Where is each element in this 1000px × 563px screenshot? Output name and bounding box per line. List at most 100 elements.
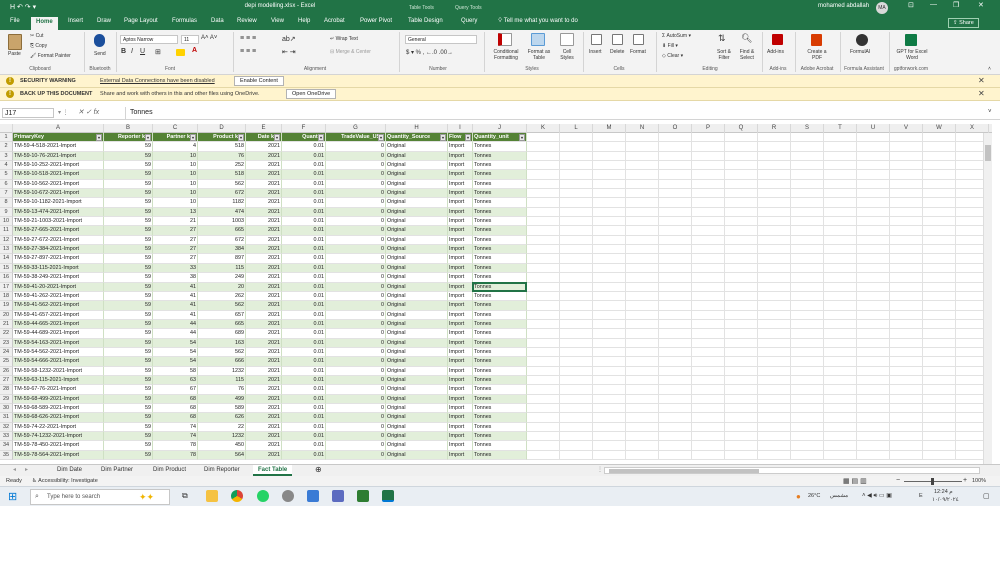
empty-cell[interactable]	[626, 179, 659, 190]
table-cell[interactable]: Tonnes	[473, 422, 527, 432]
empty-cell[interactable]	[626, 198, 659, 208]
table-cell[interactable]: 41	[153, 310, 198, 320]
table-cell[interactable]: 10	[153, 198, 198, 208]
empty-cell[interactable]	[758, 226, 791, 236]
empty-cell[interactable]	[560, 385, 593, 395]
table-cell[interactable]: Import	[448, 422, 473, 432]
zoom-in-icon[interactable]: +	[963, 477, 967, 484]
table-cell[interactable]: Import	[448, 198, 473, 208]
empty-cell[interactable]	[857, 385, 890, 395]
empty-cell[interactable]	[791, 338, 824, 348]
empty-cell[interactable]	[626, 403, 659, 414]
table-cell[interactable]: 44	[153, 319, 198, 330]
row-header[interactable]: 19	[0, 301, 13, 311]
sort-filter-button[interactable]: Sort & Filter	[713, 49, 735, 61]
empty-cell[interactable]	[857, 338, 890, 348]
table-cell[interactable]: 59	[104, 189, 153, 199]
empty-cell[interactable]	[560, 161, 593, 171]
empty-cell[interactable]	[857, 301, 890, 311]
empty-cell[interactable]	[923, 291, 956, 302]
table-cell[interactable]: Import	[448, 301, 473, 311]
table-cell[interactable]: 2021	[246, 273, 282, 283]
table-cell[interactable]: 2021	[246, 301, 282, 311]
table-header-cell[interactable]: Date key ▾	[246, 133, 282, 143]
table-cell[interactable]: TM-59-10-562-2021-Import	[13, 179, 104, 190]
table-cell[interactable]: Tonnes	[473, 179, 527, 190]
table-cell[interactable]: 1182	[198, 198, 246, 208]
empty-cell[interactable]	[824, 338, 857, 348]
empty-cell[interactable]	[725, 441, 758, 451]
empty-cell[interactable]	[857, 347, 890, 358]
merge-center-button[interactable]: ⊟ Merge & Center	[330, 49, 371, 55]
empty-cell[interactable]	[890, 170, 923, 180]
empty-cell[interactable]	[758, 142, 791, 152]
empty-cell[interactable]	[791, 413, 824, 423]
empty-cell[interactable]	[626, 170, 659, 180]
table-cell[interactable]: Original	[386, 207, 448, 218]
empty-cell[interactable]	[560, 432, 593, 442]
column-header-a[interactable]: A	[13, 124, 104, 133]
empty-cell[interactable]	[923, 189, 956, 199]
table-cell[interactable]: Original	[386, 161, 448, 171]
table-cell[interactable]: Original	[386, 375, 448, 386]
table-cell[interactable]: 0.01	[282, 198, 326, 208]
table-cell[interactable]: 518	[198, 142, 246, 152]
empty-cell[interactable]	[626, 263, 659, 274]
column-header-g[interactable]: G	[326, 124, 386, 133]
table-cell[interactable]: 0	[326, 432, 386, 442]
table-cell[interactable]: 2021	[246, 319, 282, 330]
empty-cell[interactable]	[791, 198, 824, 208]
table-cell[interactable]: Tonnes	[473, 366, 527, 376]
empty-cell[interactable]	[824, 226, 857, 236]
table-cell[interactable]: 74	[153, 422, 198, 432]
table-cell[interactable]: TM-59-63-115-2021-Import	[13, 375, 104, 386]
table-cell[interactable]: Original	[386, 217, 448, 227]
empty-cell[interactable]	[791, 245, 824, 255]
horizontal-scrollbar[interactable]	[604, 467, 980, 474]
empty-cell[interactable]	[725, 151, 758, 162]
table-cell[interactable]: 59	[104, 235, 153, 246]
send-button[interactable]: Send	[94, 51, 106, 57]
empty-cell[interactable]	[626, 245, 659, 255]
sheet-tab-fact-table[interactable]: Fact Table	[253, 465, 293, 476]
table-cell[interactable]: 0	[326, 319, 386, 330]
row-header[interactable]: 14	[0, 254, 13, 264]
table-cell[interactable]: 27	[153, 235, 198, 246]
table-cell[interactable]: 0	[326, 189, 386, 199]
tab-home[interactable]: Home	[31, 17, 58, 30]
empty-cell[interactable]	[725, 282, 758, 292]
table-cell[interactable]: TM-59-10-1182-2021-Import	[13, 198, 104, 208]
empty-cell[interactable]	[923, 133, 956, 143]
avatar[interactable]: MA	[876, 2, 888, 14]
row-header[interactable]: 30	[0, 403, 13, 414]
empty-cell[interactable]	[659, 366, 692, 376]
empty-cell[interactable]	[593, 161, 626, 171]
empty-cell[interactable]	[890, 301, 923, 311]
gpt-icon[interactable]	[905, 34, 917, 46]
empty-cell[interactable]	[527, 301, 560, 311]
empty-cell[interactable]	[824, 263, 857, 274]
empty-cell[interactable]	[527, 338, 560, 348]
table-cell[interactable]: TM-59-10-518-2021-Import	[13, 170, 104, 180]
table-cell[interactable]: 0	[326, 441, 386, 451]
empty-cell[interactable]	[626, 254, 659, 264]
empty-cell[interactable]	[725, 310, 758, 320]
format-cells-icon[interactable]	[633, 34, 644, 45]
empty-cell[interactable]	[593, 282, 626, 292]
table-cell[interactable]: 59	[104, 366, 153, 376]
column-header-p[interactable]: P	[692, 124, 725, 133]
empty-cell[interactable]	[659, 338, 692, 348]
empty-cell[interactable]	[527, 413, 560, 423]
empty-cell[interactable]	[626, 450, 659, 461]
table-cell[interactable]: 59	[104, 329, 153, 339]
table-cell[interactable]: 0	[326, 226, 386, 236]
empty-cell[interactable]	[527, 263, 560, 274]
empty-cell[interactable]	[725, 413, 758, 423]
underline-icon[interactable]: U	[140, 48, 145, 55]
selected-cell[interactable]	[472, 281, 527, 293]
table-cell[interactable]: 0.01	[282, 450, 326, 461]
row-header[interactable]: 35	[0, 450, 13, 461]
empty-cell[interactable]	[692, 245, 725, 255]
empty-cell[interactable]	[923, 142, 956, 152]
empty-cell[interactable]	[824, 422, 857, 432]
